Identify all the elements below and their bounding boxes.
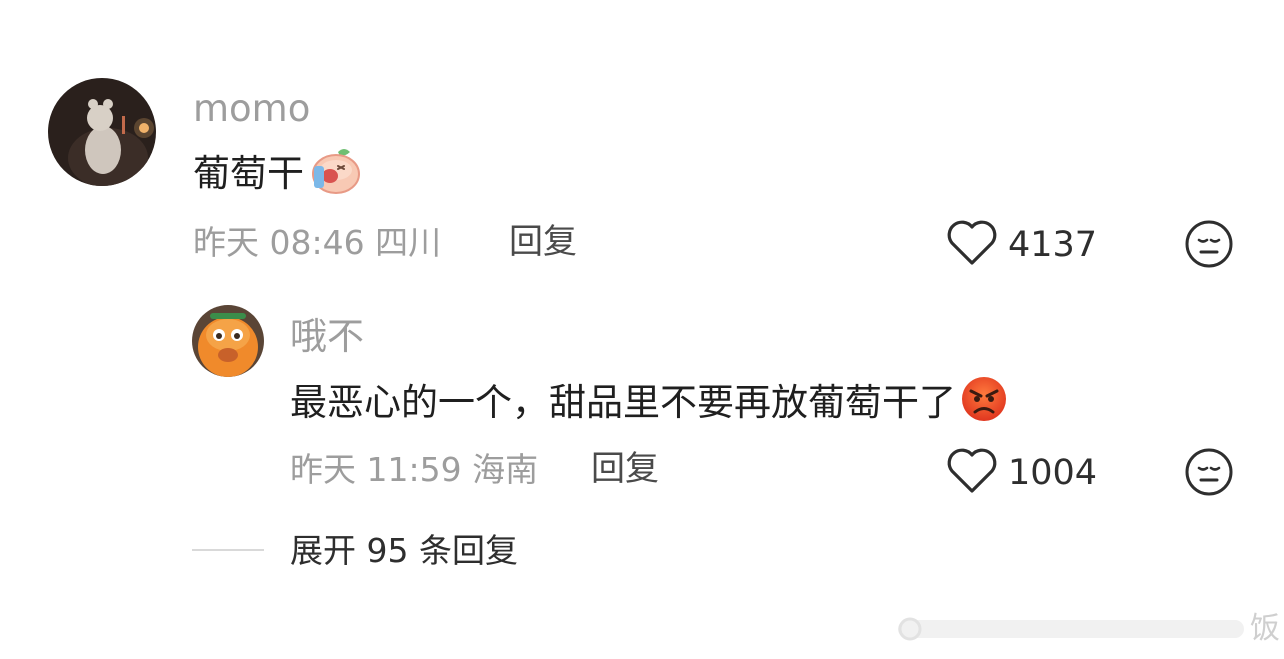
comment-text-body: 葡萄干: [193, 151, 304, 195]
comment-text: 葡萄干: [193, 149, 362, 195]
reply-reply-button[interactable]: 回复: [591, 452, 659, 486]
expand-divider: [192, 549, 264, 551]
reply-like-count: 1004: [1008, 452, 1098, 493]
avatar-momo[interactable]: [48, 78, 156, 186]
heart-icon: [946, 220, 998, 270]
expand-replies-button[interactable]: 展开 95 条回复: [290, 534, 518, 567]
comment-location: 四川: [375, 223, 442, 262]
comment-username[interactable]: momo: [193, 90, 310, 127]
avatar-image: [48, 78, 156, 186]
watermark-text: 饭: [1250, 611, 1280, 646]
watermark: 饭: [870, 606, 1280, 652]
reply-like-button[interactable]: 1004: [946, 448, 1097, 498]
reply-text-body: 最恶心的一个，甜品里不要再放葡萄干了: [290, 380, 956, 424]
comment-meta: 昨天 08:46 四川: [193, 226, 441, 259]
crying-peach-emoji: [308, 146, 362, 200]
dislike-face-icon[interactable]: [1184, 219, 1234, 269]
watermark-blur-bar: [898, 617, 1244, 641]
avatar-reply[interactable]: [192, 305, 264, 377]
reply-text: 最恶心的一个，甜品里不要再放葡萄干了: [290, 377, 1008, 424]
reply-meta: 昨天 11:59 海南: [290, 453, 538, 486]
reply-time: 昨天 11:59: [290, 450, 462, 489]
reply-username[interactable]: 哦不: [290, 318, 364, 355]
like-button[interactable]: 4137: [946, 220, 1097, 270]
dislike-face-icon[interactable]: [1184, 447, 1234, 497]
avatar-image: [192, 305, 264, 377]
reply-button[interactable]: 回复: [509, 225, 577, 259]
reply-location: 海南: [472, 450, 539, 489]
angry-face-emoji: [960, 375, 1008, 429]
heart-icon: [946, 448, 998, 498]
like-count: 4137: [1008, 224, 1098, 265]
comment-time: 昨天 08:46: [193, 223, 365, 262]
